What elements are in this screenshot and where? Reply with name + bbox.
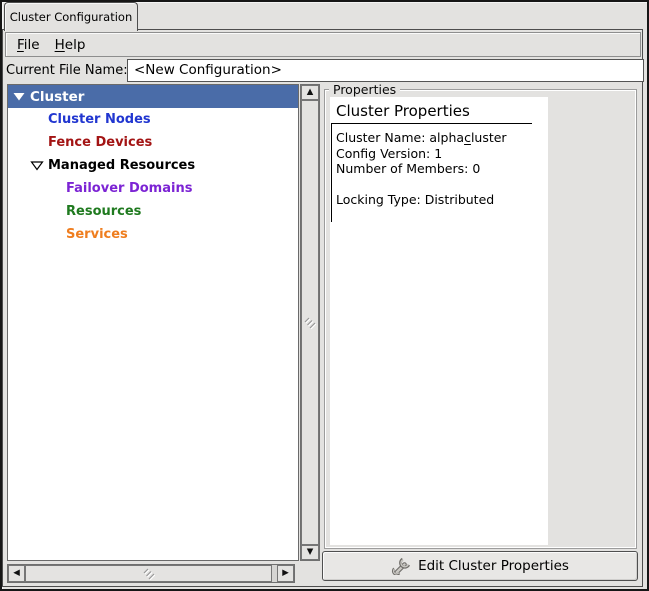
right-arrow-icon: ▶ xyxy=(282,569,289,578)
menu-help[interactable]: Help xyxy=(50,35,96,55)
scroll-right-button[interactable]: ▶ xyxy=(277,565,294,582)
grip-icon xyxy=(304,317,316,329)
tree-item-managed-resources[interactable]: Managed Resources xyxy=(8,154,298,177)
properties-values: Cluster Name: alphacluster Config Versio… xyxy=(331,123,532,222)
tree-item-label: Resources xyxy=(8,204,141,219)
menu-file[interactable]: File xyxy=(12,35,50,55)
scroll-down-button[interactable]: ▼ xyxy=(301,545,319,560)
scroll-left-button[interactable]: ◀ xyxy=(8,565,25,582)
tree-item-cluster[interactable]: Cluster xyxy=(8,85,298,108)
cluster-configuration-window: Cluster Configuration File Help Current … xyxy=(0,0,649,591)
menubar: File Help xyxy=(5,32,641,57)
property-config-version: Config Version: 1 xyxy=(336,146,532,162)
edit-cluster-properties-button[interactable]: Edit Cluster Properties xyxy=(322,551,638,581)
tree-vertical-scrollbar[interactable]: ▲ ▼ xyxy=(300,84,320,561)
horizontal-scrollbar-thumb[interactable] xyxy=(25,565,272,582)
current-file-name-input[interactable] xyxy=(127,59,644,82)
cluster-tree: Cluster Cluster Nodes Fence Devices Mana… xyxy=(7,84,299,561)
property-blank-line xyxy=(336,177,532,193)
tree-item-label: Services xyxy=(8,227,128,242)
tree-item-fence-devices[interactable]: Fence Devices xyxy=(8,131,298,154)
tab-cluster-configuration[interactable]: Cluster Configuration xyxy=(4,2,138,31)
property-number-of-members: Number of Members: 0 xyxy=(336,161,532,177)
expander-down-icon[interactable] xyxy=(30,159,44,172)
wrench-icon xyxy=(391,557,411,575)
properties-heading: Cluster Properties xyxy=(336,102,548,120)
tree-item-services[interactable]: Services xyxy=(8,223,298,246)
notebook-page: File Help Current File Name: Cluster Clu… xyxy=(2,29,643,587)
tree-item-label: Fence Devices xyxy=(8,135,152,150)
properties-frame-label: Properties xyxy=(329,82,400,97)
expander-down-icon[interactable] xyxy=(12,90,26,103)
property-cluster-name: Cluster Name: alphacluster xyxy=(336,130,532,146)
tree-item-failover-domains[interactable]: Failover Domains xyxy=(8,177,298,200)
up-arrow-icon: ▲ xyxy=(307,88,314,97)
vertical-scrollbar-thumb[interactable] xyxy=(301,100,319,545)
current-file-name-label: Current File Name: xyxy=(5,60,128,82)
edit-button-label: Edit Cluster Properties xyxy=(418,558,569,574)
scroll-up-button[interactable]: ▲ xyxy=(301,85,319,100)
tree-item-label: Failover Domains xyxy=(8,181,192,196)
tree-item-resources[interactable]: Resources xyxy=(8,200,298,223)
tree-horizontal-scrollbar[interactable]: ◀ ▶ xyxy=(7,564,295,583)
properties-text-area: Cluster Properties Cluster Name: alphacl… xyxy=(330,97,548,545)
property-locking-type: Locking Type: Distributed xyxy=(336,192,532,208)
tab-label: Cluster Configuration xyxy=(10,10,132,24)
tree-item-label: Cluster Nodes xyxy=(8,112,151,127)
down-arrow-icon: ▼ xyxy=(307,548,314,557)
grip-icon xyxy=(143,568,155,580)
tree-item-cluster-nodes[interactable]: Cluster Nodes xyxy=(8,108,298,131)
left-arrow-icon: ◀ xyxy=(13,569,20,578)
